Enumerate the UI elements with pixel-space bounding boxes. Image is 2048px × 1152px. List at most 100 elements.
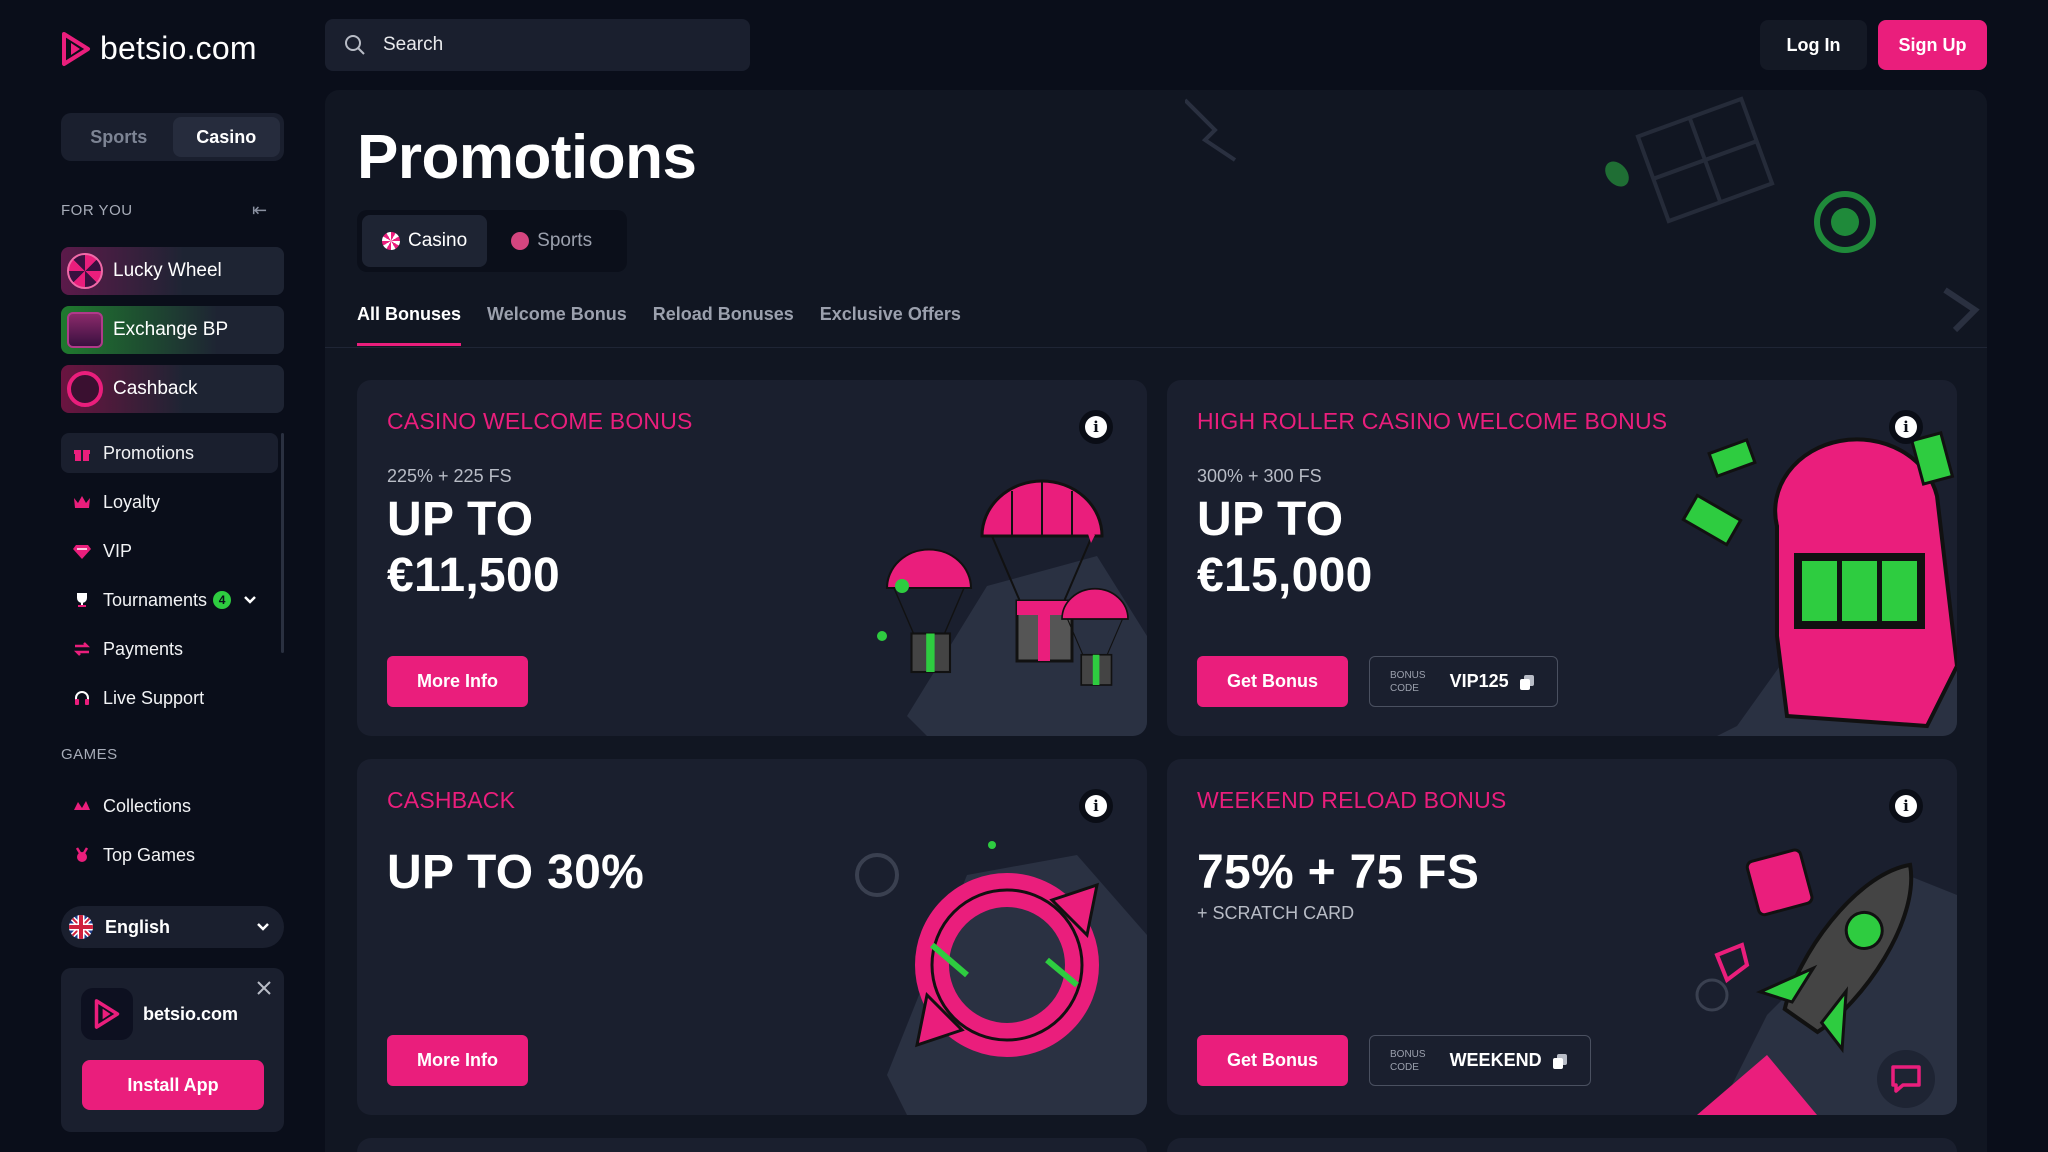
sidebar-item-collections[interactable]: Collections <box>61 786 278 826</box>
promo-card-casino-welcome: CASINO WELCOME BONUS 225% + 225 FS UP TO… <box>357 380 1147 736</box>
close-icon[interactable] <box>256 980 272 996</box>
live-chat-button[interactable] <box>1877 1050 1935 1108</box>
sidebar-item-label: Payments <box>103 638 184 659</box>
parachute-gifts-illustration <box>877 479 1147 736</box>
sidebar-item-payments[interactable]: Payments <box>61 629 278 669</box>
sidebar-item-label: Loyalty <box>103 491 161 512</box>
sidebar-scrollbar[interactable] <box>281 433 284 653</box>
chevron-down-icon <box>257 923 269 931</box>
promotions-panel: Promotions Casino Sports All Bonuses Wel… <box>325 90 1987 1152</box>
info-icon[interactable]: i <box>1889 789 1923 823</box>
info-icon[interactable]: i <box>1079 789 1113 823</box>
lucky-wheel-icon <box>67 253 103 289</box>
promo-card-peek <box>357 1138 1147 1152</box>
more-info-button[interactable]: More Info <box>387 656 528 707</box>
card-title: CASINO WELCOME BONUS <box>387 408 693 434</box>
card-headline: 75% + 75 FS <box>1197 846 1480 899</box>
mode-tab-casino[interactable]: Casino <box>172 117 280 157</box>
diamond-icon <box>73 545 91 559</box>
sidebar-item-tournaments[interactable]: Tournaments 4 <box>61 580 278 620</box>
info-icon[interactable]: i <box>1079 410 1113 444</box>
sidebar-item-loyalty[interactable]: Loyalty <box>61 482 278 522</box>
sidebar-item-label: VIP <box>103 540 133 561</box>
tab-casino[interactable]: Casino <box>362 215 488 267</box>
install-app-button[interactable]: Install App <box>82 1060 264 1110</box>
tournaments-count-badge: 4 <box>213 591 232 609</box>
card-amount-line1: UP TO <box>387 493 534 546</box>
language-label: English <box>105 916 171 937</box>
betsio-logo-icon <box>62 31 90 66</box>
featured-cashback[interactable]: Cashback <box>61 365 284 413</box>
bonus-code-box[interactable]: BONUS CODE WEEKEND <box>1369 1035 1591 1086</box>
promo-card-cashback: CASHBACK UP TO 30% i More Info <box>357 759 1147 1115</box>
chevron-down-icon[interactable] <box>243 595 257 605</box>
sidebar-item-promotions[interactable]: Promotions <box>61 433 278 473</box>
crown-icon <box>74 496 90 508</box>
featured-exchange-bp[interactable]: Exchange BP <box>61 306 284 354</box>
card-amount: UP TO €11,500 <box>387 492 560 604</box>
sidebar-item-label: Live Support <box>103 687 205 708</box>
app-logo-icon <box>81 988 133 1040</box>
get-bonus-button[interactable]: Get Bonus <box>1197 656 1349 707</box>
bonus-code-box[interactable]: BONUS CODE VIP125 <box>1369 656 1558 707</box>
mode-tab-sports[interactable]: Sports <box>65 117 173 157</box>
search-input[interactable]: Search <box>325 19 750 71</box>
tab-sports[interactable]: Sports <box>491 215 612 267</box>
brand-name: betsio.com <box>100 30 257 66</box>
casino-chip-icon <box>382 232 400 250</box>
card-title: WEEKEND RELOAD BONUS <box>1197 787 1507 813</box>
featured-lucky-wheel[interactable]: Lucky Wheel <box>61 247 284 295</box>
product-tabs: Casino Sports <box>357 210 627 272</box>
card-extra: + SCRATCH CARD <box>1197 903 1355 923</box>
promo-card-high-roller: HIGH ROLLER CASINO WELCOME BONUS 300% + … <box>1167 380 1957 736</box>
chat-bubble-icon <box>1891 1065 1921 1093</box>
card-subtitle: 300% + 300 FS <box>1197 466 1322 486</box>
featured-label: Cashback <box>113 378 198 399</box>
bonus-code-value: VIP125 <box>1449 671 1509 691</box>
sidebar-item-label: Collections <box>103 795 192 816</box>
install-app-card: betsio.com Install App <box>61 968 284 1132</box>
top-games-icon <box>75 847 89 862</box>
get-bonus-button[interactable]: Get Bonus <box>1197 1035 1349 1086</box>
featured-label: Lucky Wheel <box>113 260 222 281</box>
for-you-label: FOR YOU <box>61 202 133 219</box>
sidebar-item-vip[interactable]: VIP <box>61 531 278 571</box>
collections-icon <box>74 801 90 810</box>
card-title: HIGH ROLLER CASINO WELCOME BONUS <box>1197 408 1668 434</box>
info-icon[interactable]: i <box>1889 410 1923 444</box>
card-subtitle: 225% + 225 FS <box>387 466 512 486</box>
sidebar-item-label: Promotions <box>103 442 195 463</box>
card-amount-line2: €11,500 <box>387 549 560 602</box>
collapse-sidebar-icon[interactable]: ⇤ <box>252 200 267 221</box>
sidebar-item-top-games[interactable]: Top Games <box>61 835 278 875</box>
more-info-button[interactable]: More Info <box>387 1035 528 1086</box>
subtab-exclusive-offers[interactable]: Exclusive Offers <box>820 304 961 346</box>
sidebar-item-live-support[interactable]: Live Support <box>61 678 278 718</box>
brand-logo[interactable]: betsio.com <box>60 30 257 67</box>
copy-icon[interactable] <box>1519 674 1535 690</box>
subtab-welcome-bonus[interactable]: Welcome Bonus <box>487 304 627 346</box>
signup-button[interactable]: Sign Up <box>1878 20 1987 70</box>
cashback-arrows-illustration <box>855 841 1147 1115</box>
language-select[interactable]: English <box>61 906 284 948</box>
sidebar-item-label: Top Games <box>103 844 196 865</box>
cashback-icon <box>67 371 103 407</box>
page-title: Promotions <box>357 123 697 192</box>
sidebar: betsio.com Sports Casino FOR YOU ⇤ Lucky… <box>0 0 310 1152</box>
copy-icon[interactable] <box>1552 1053 1568 1069</box>
headset-icon <box>75 691 89 705</box>
slot-machine-illustration <box>1681 431 1957 736</box>
subtab-all-bonuses[interactable]: All Bonuses <box>357 304 462 346</box>
card-amount: UP TO €15,000 <box>1197 492 1373 604</box>
tab-label: Sports <box>537 230 593 251</box>
mode-switch: Sports Casino <box>61 113 284 161</box>
sports-ball-icon <box>511 232 530 250</box>
card-headline: UP TO 30% <box>387 846 645 899</box>
gift-box-icon <box>67 312 103 348</box>
promo-card-peek <box>1167 1138 1957 1152</box>
search-icon <box>345 35 365 55</box>
login-button[interactable]: Log In <box>1760 20 1867 70</box>
games-label: GAMES <box>61 746 118 763</box>
search-placeholder: Search <box>383 34 444 55</box>
subtab-reload-bonuses[interactable]: Reload Bonuses <box>653 304 794 346</box>
